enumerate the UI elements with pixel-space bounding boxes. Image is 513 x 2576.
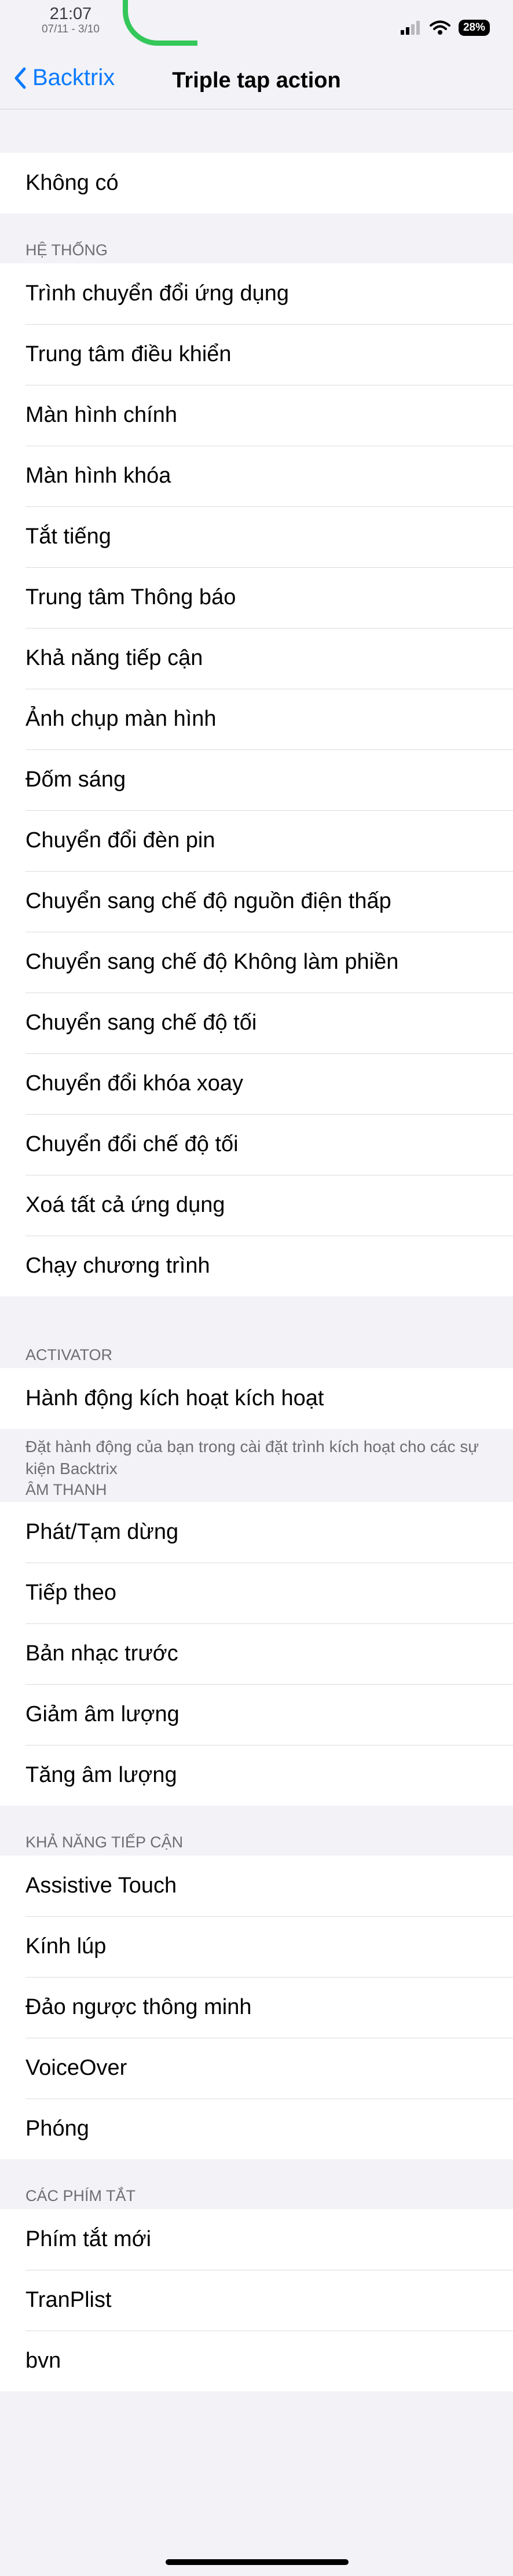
list-item[interactable]: Chuyển đổi đèn pin [0,810,513,871]
section-header-audio: ÂM THANH [25,1481,107,1498]
section-header-system: HỆ THỐNG [25,241,108,259]
list-item[interactable]: Chuyển đổi khóa xoay [0,1053,513,1114]
status-time: 21:07 [49,5,92,23]
wifi-icon [429,20,450,35]
list-item[interactable]: Phát/Tạm dừng [0,1502,513,1563]
list-item[interactable]: Phím tắt mới [0,2209,513,2270]
home-indicator[interactable] [166,2559,349,2565]
recording-indicator-icon [123,0,197,46]
status-date: 07/11 - 3/10 [41,23,100,35]
list-item[interactable]: Chuyển đổi chế độ tối [0,1114,513,1175]
list-item[interactable]: Tắt tiếng [0,506,513,567]
list-item[interactable]: Tăng âm lượng [0,1745,513,1806]
audio-actions-group: Phát/Tạm dừng Tiếp theo Bản nhạc trước G… [0,1502,513,1806]
list-item[interactable]: Chuyển sang chế độ tối [0,993,513,1053]
list-item[interactable]: Kính lúp [0,1916,513,1977]
accessibility-actions-group: Assistive Touch Kính lúp Đảo ngược thông… [0,1855,513,2159]
status-bar: 21:07 07/11 - 3/10 28% [0,0,513,52]
list-item[interactable]: Đốm sáng [0,749,513,810]
battery-indicator: 28% [458,20,490,36]
settings-list: Không có HỆ THỐNG Trình chuyển đổi ứng d… [0,109,513,2391]
cellular-signal-icon [400,21,420,35]
list-item[interactable]: Trình chuyển đổi ứng dụng [0,263,513,324]
list-item[interactable]: Chuyển sang chế độ nguồn điện thấp [0,871,513,932]
list-item[interactable]: Hành động kích hoạt kích hoạt [0,1368,513,1429]
list-item[interactable]: Trung tâm Thông báo [0,567,513,628]
list-item[interactable]: Màn hình khóa [0,446,513,506]
list-item[interactable]: Phóng [0,2099,513,2159]
list-item[interactable]: Đảo ngược thông minh [0,1977,513,2038]
list-item[interactable]: Trung tâm điều khiển [0,324,513,385]
list-item[interactable]: Màn hình chính [0,385,513,446]
shortcuts-group: Phím tắt mới TranPlist bvn [0,2209,513,2391]
list-item[interactable]: bvn [0,2331,513,2391]
system-actions-group: Trình chuyển đổi ứng dụng Trung tâm điều… [0,263,513,1296]
list-item[interactable]: Tiếp theo [0,1563,513,1623]
section-header-shortcuts: CÁC PHÍM TẮT [25,2187,136,2204]
page-title: Triple tap action [172,68,341,93]
list-item[interactable]: Chạy chương trình [0,1236,513,1296]
list-item[interactable]: Assistive Touch [0,1855,513,1916]
list-item[interactable]: Không có [0,153,513,214]
section-header-activator: ACTIVATOR [25,1346,113,1364]
section-footer-activator: Đặt hành động của bạn trong cài đặt trìn… [25,1438,479,1478]
list-item[interactable]: Xoá tất cả ứng dụng [0,1175,513,1236]
list-item[interactable]: TranPlist [0,2270,513,2331]
list-item[interactable]: VoiceOver [0,2038,513,2099]
navigation-bar: Backtrix Triple tap action [0,52,513,109]
list-item[interactable]: Bản nhạc trước [0,1623,513,1684]
section-header-accessibility: KHẢ NĂNG TIẾP CẬN [25,1833,184,1851]
list-item[interactable]: Khả năng tiếp cận [0,628,513,689]
list-item[interactable]: Ảnh chụp màn hình [0,689,513,749]
none-option-group: Không có [0,153,513,214]
activator-group: Hành động kích hoạt kích hoạt [0,1368,513,1429]
list-item[interactable]: Chuyển sang chế độ Không làm phiền [0,932,513,993]
list-item[interactable]: Giảm âm lượng [0,1684,513,1745]
